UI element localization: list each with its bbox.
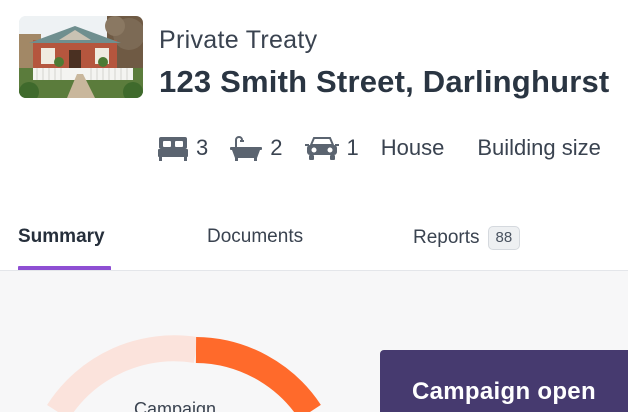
house-photo-icon bbox=[19, 16, 143, 98]
campaign-status-card[interactable]: Campaign open bbox=[380, 350, 628, 412]
bed-icon bbox=[158, 135, 188, 161]
bedrooms-count: 3 bbox=[196, 135, 209, 160]
property-address: 123 Smith Street, Darlinghurst bbox=[159, 64, 610, 99]
property-type: House bbox=[380, 135, 445, 160]
car-spaces-count: 1 bbox=[346, 135, 359, 160]
sale-type: Private Treaty bbox=[159, 26, 318, 54]
reports-count-badge: 88 bbox=[487, 226, 521, 250]
listing-tabs: Summary Documents Reports 88 bbox=[0, 222, 628, 272]
tab-reports[interactable]: Reports 88 bbox=[413, 226, 521, 250]
bathtub-icon bbox=[230, 135, 263, 161]
campaign-ring-label: Campaign bbox=[134, 399, 217, 412]
bathrooms-count: 2 bbox=[270, 135, 283, 160]
tab-reports-label: Reports bbox=[413, 227, 480, 248]
tab-summary[interactable]: Summary bbox=[18, 226, 105, 248]
campaign-progress-ring bbox=[47, 335, 321, 412]
property-thumbnail[interactable] bbox=[19, 16, 143, 98]
summary-panel: Campaign Campaign open bbox=[0, 271, 628, 412]
bedrooms-feature: 3 bbox=[158, 135, 208, 161]
car-icon bbox=[304, 135, 339, 161]
car-spaces-feature: 1 bbox=[304, 135, 359, 161]
tab-documents[interactable]: Documents bbox=[207, 226, 303, 248]
property-features: 3 2 1 House Building size bbox=[158, 133, 628, 163]
building-size: Building size bbox=[477, 135, 601, 160]
listing-header: Private Treaty 123 Smith Street, Darling… bbox=[0, 0, 628, 272]
bathrooms-feature: 2 bbox=[230, 135, 283, 161]
campaign-status-title: Campaign open bbox=[412, 378, 596, 405]
